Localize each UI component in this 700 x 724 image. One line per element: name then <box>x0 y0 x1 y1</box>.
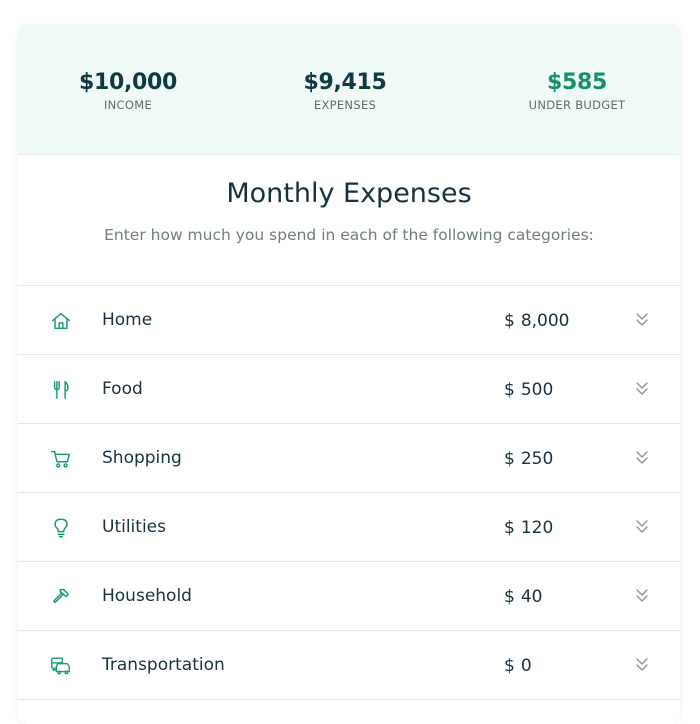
category-amount-value: 0 <box>520 656 532 676</box>
category-row-transportation[interactable]: Transportation $ 0 <box>18 631 680 700</box>
under-budget-stat: $585 UNDER BUDGET <box>477 70 677 112</box>
utensils-icon <box>50 379 72 401</box>
chevron-double-down-icon[interactable] <box>635 656 649 674</box>
budget-summary: $10,000 INCOME $9,415 EXPENSES $585 UNDE… <box>18 24 680 155</box>
page-title: Monthly Expenses <box>226 178 472 209</box>
chevron-double-down-icon[interactable] <box>635 518 649 536</box>
expenses-label: EXPENSES <box>313 98 377 112</box>
under-budget-value: $585 <box>546 70 608 95</box>
category-row-utilities[interactable]: Utilities $ 120 <box>18 493 680 562</box>
currency-symbol: $ <box>504 449 515 469</box>
currency-symbol: $ <box>504 311 515 331</box>
category-amount-field[interactable]: $ 0 <box>504 655 532 677</box>
category-amount-value: 40 <box>520 587 543 607</box>
hammer-icon <box>50 586 72 608</box>
category-amount-field[interactable]: $ 120 <box>504 517 553 539</box>
category-amount-field[interactable]: $ 8,000 <box>504 310 570 332</box>
category-name: Home <box>102 310 153 330</box>
category-name: Household <box>102 586 192 606</box>
category-amount-value: 250 <box>520 449 554 469</box>
category-row-shopping[interactable]: Shopping $ 250 <box>18 424 680 493</box>
lightbulb-icon <box>50 517 72 539</box>
category-amount-field[interactable]: $ 40 <box>504 586 542 608</box>
income-label: INCOME <box>103 98 153 112</box>
vehicles-icon <box>50 655 72 677</box>
category-name: Utilities <box>102 517 166 537</box>
budget-card: $10,000 INCOME $9,415 EXPENSES $585 UNDE… <box>18 24 680 724</box>
category-name: Food <box>102 379 143 399</box>
currency-symbol: $ <box>504 587 515 607</box>
currency-symbol: $ <box>504 656 515 676</box>
category-name: Transportation <box>102 655 225 675</box>
shopping-cart-icon <box>50 448 72 470</box>
home-icon <box>50 310 72 332</box>
chevron-double-down-icon[interactable] <box>635 587 649 605</box>
category-amount-value: 120 <box>520 518 554 538</box>
category-amount-value: 500 <box>520 380 554 400</box>
under-budget-label: UNDER BUDGET <box>528 98 626 112</box>
chevron-double-down-icon[interactable] <box>635 380 649 398</box>
category-amount-value: 8,000 <box>520 311 570 331</box>
category-row-food[interactable]: Food $ 500 <box>18 355 680 424</box>
page-subtitle: Enter how much you spend in each of the … <box>104 226 594 244</box>
expenses-value: $9,415 <box>303 70 387 95</box>
category-row-household[interactable]: Household $ 40 <box>18 562 680 631</box>
chevron-double-down-icon[interactable] <box>635 311 649 329</box>
currency-symbol: $ <box>504 380 515 400</box>
category-amount-field[interactable]: $ 500 <box>504 379 553 401</box>
currency-symbol: $ <box>504 518 515 538</box>
income-value: $10,000 <box>78 70 178 95</box>
category-row-home[interactable]: Home $ 8,000 <box>18 286 680 355</box>
category-amount-field[interactable]: $ 250 <box>504 448 553 470</box>
chevron-double-down-icon[interactable] <box>635 449 649 467</box>
income-stat: $10,000 INCOME <box>28 70 228 112</box>
category-name: Shopping <box>102 448 182 468</box>
expense-category-list: Home $ 8,000 Food $ 500 Shopping $ 250 U… <box>18 285 680 700</box>
expenses-stat: $9,415 EXPENSES <box>245 70 445 112</box>
